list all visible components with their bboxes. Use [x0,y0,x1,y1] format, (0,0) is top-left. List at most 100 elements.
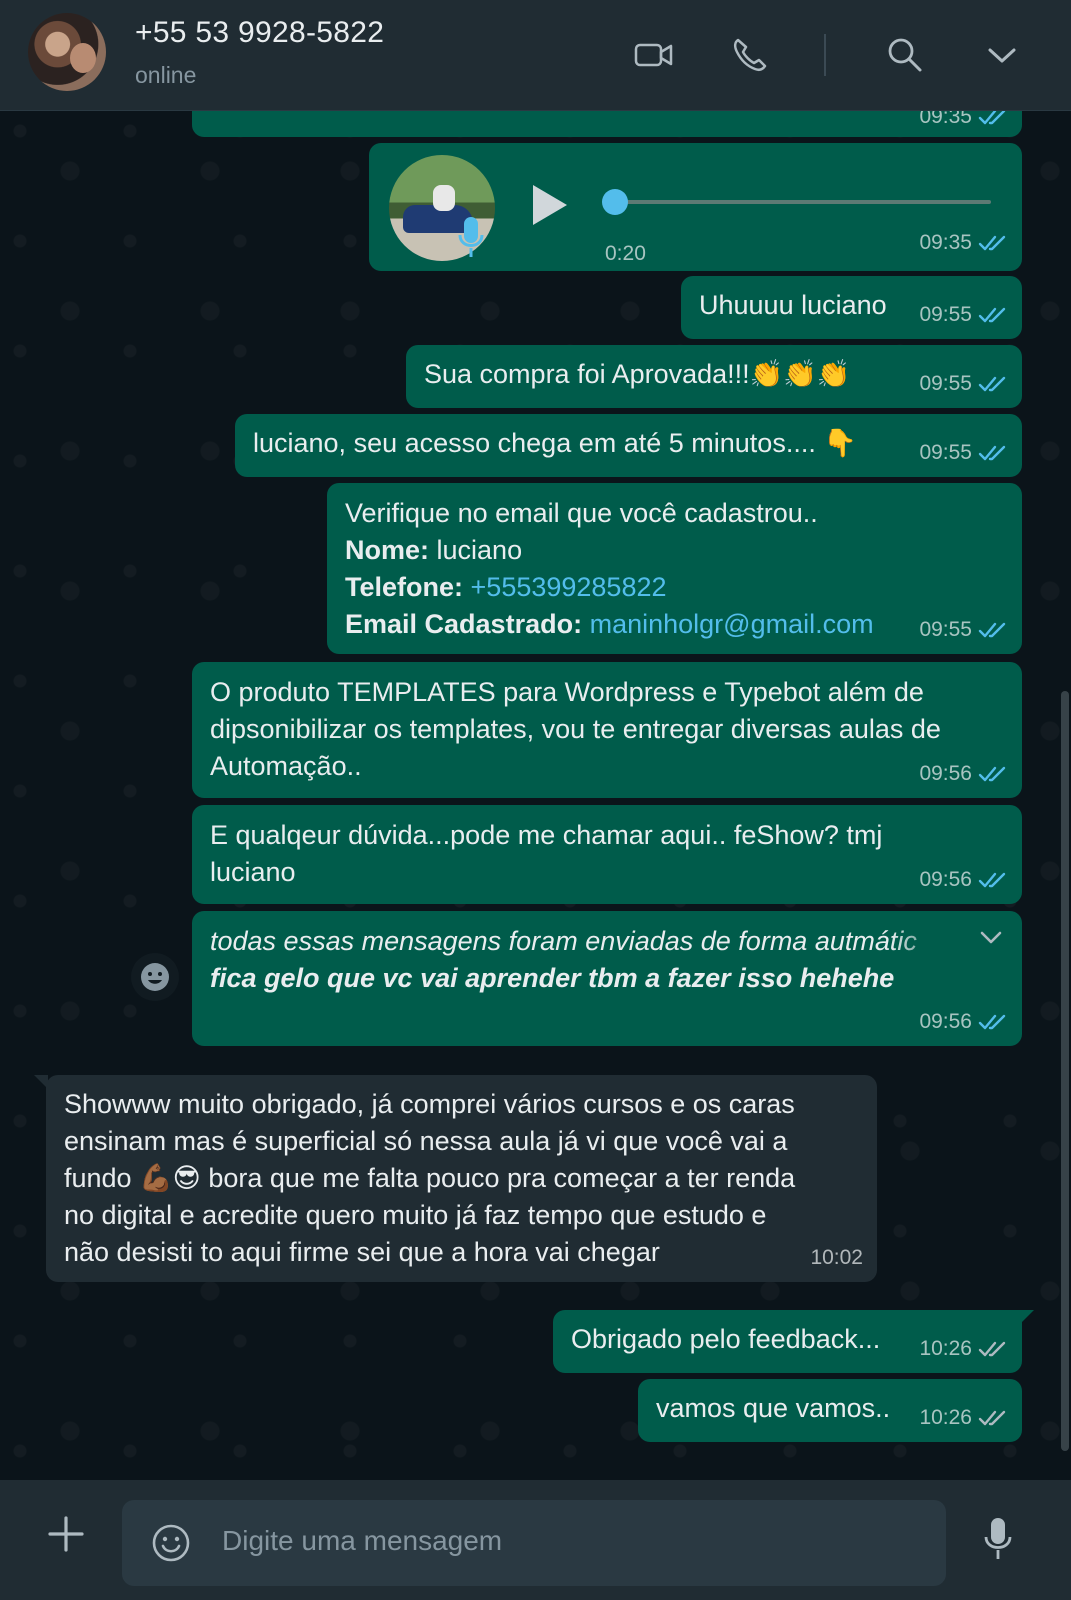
bubble-tail [1020,1310,1034,1324]
message-line: Email Cadastrado: maninholgr@gmail.com [345,606,874,643]
chevron-down-icon[interactable] [981,34,1023,76]
message-bubble[interactable]: O produto TEMPLATES para Wordpress e Typ… [192,662,1022,798]
message-time: 09:35 [919,231,972,254]
contact-name[interactable]: +55 53 9928-5822 [135,16,384,50]
message-meta: 09:56 [919,1003,1010,1040]
contact-status: online [135,62,197,88]
message-bubble-hovered[interactable]: todas essas mensagens foram enviadas de … [192,911,1022,1046]
delivered-ticks-icon [978,1341,1006,1356]
read-ticks-icon [978,872,1006,887]
message-line: todas essas mensagens foram enviadas de … [210,926,917,956]
phone-label: Telefone: [345,572,464,602]
composer-bar: Digite uma mensagem [0,1480,1071,1600]
message-time: 09:55 [919,618,972,641]
emoji-icon [141,963,169,991]
message-text: E qualqeur dúvida...pode me chamar aqui.… [210,817,882,891]
incoming-message-bubble[interactable]: Showww muito obrigado, já comprei vários… [34,1075,877,1282]
read-ticks-icon [978,622,1006,637]
message-bubble-partial[interactable]: 09:35 [192,111,1022,137]
emoji-icon[interactable] [150,1522,192,1564]
bubble-tail [34,1075,48,1089]
message-text: Uhuuuu luciano [699,290,887,320]
read-ticks-icon [978,1014,1006,1029]
message-meta: 09:55 [919,296,1010,333]
message-meta: 10:26 [919,1330,1010,1367]
microphone-badge-icon [458,217,484,257]
message-options-chevron-icon[interactable] [978,929,1004,947]
message-meta: 10:26 [919,1399,1010,1436]
message-meta: 09:55 [919,434,1010,471]
read-ticks-icon [978,235,1006,250]
play-icon[interactable] [529,183,569,227]
message-time: 09:56 [919,868,972,891]
message-line: no digital e acredite quero muito já faz… [64,1200,767,1230]
message-text: O produto TEMPLATES para Wordpress e Typ… [210,674,941,785]
email-link[interactable]: maninholgr@gmail.com [590,609,874,639]
microphone-icon[interactable] [982,1516,1014,1562]
message-line: não desisti to aqui firme sei que a hora… [64,1237,660,1267]
email-label: Email Cadastrado: [345,609,583,639]
message-line: dipsonibilizar os templates, vou te entr… [210,714,941,744]
message-text: vamos que vamos.. [656,1393,891,1423]
message-time: 10:02 [810,1246,863,1269]
search-icon[interactable] [884,34,926,76]
message-line: O produto TEMPLATES para Wordpress e Typ… [210,677,924,707]
message-list[interactable]: 09:35 0:20 09:35 Uhuuuu luciano 09:55 Su… [0,111,1071,1480]
scrollbar[interactable] [1061,691,1069,1451]
message-time: 09:56 [919,762,972,785]
message-input-placeholder: Digite uma mensagem [222,1525,503,1556]
message-text: Sua compra foi Aprovada!!!👏👏👏 [424,359,851,389]
message-text: Verifique no email que você cadastrou.. … [345,495,874,643]
read-ticks-icon [978,307,1006,322]
message-bubble[interactable]: Uhuuuu luciano 09:55 [681,276,1022,339]
message-line: Showww muito obrigado, já comprei vários… [64,1089,795,1119]
message-line: Nome: luciano [345,532,874,569]
message-bubble[interactable]: Sua compra foi Aprovada!!!👏👏👏 09:55 [406,345,1022,408]
chat-header: +55 53 9928-5822 online [0,0,1071,111]
message-time: 09:55 [919,303,972,326]
message-bubble[interactable]: luciano, seu acesso chega em até 5 minut… [235,414,1022,477]
message-bubble[interactable]: vamos que vamos.. 10:26 [638,1379,1022,1442]
message-meta: 09:55 [919,365,1010,402]
message-line: fundo 💪🏾😎 bora que me falta pouco pra co… [64,1163,796,1193]
contact-avatar[interactable] [28,13,106,91]
message-text: Showww muito obrigado, já comprei vários… [64,1086,795,1271]
read-ticks-icon [978,111,1006,124]
message-line: luciano [210,857,296,887]
audio-duration: 0:20 [605,242,646,265]
read-ticks-icon [978,445,1006,460]
message-time: 10:26 [919,1337,972,1360]
message-bubble[interactable]: Obrigado pelo feedback... 10:26 [553,1310,1034,1373]
name-label: Nome: [345,535,430,565]
message-bubble-registration[interactable]: Verifique no email que você cadastrou.. … [327,483,1022,654]
delivered-ticks-icon [978,1410,1006,1425]
message-line: Telefone: +555399285822 [345,569,874,606]
message-time: 09:56 [919,1010,972,1033]
plus-icon[interactable] [46,1514,86,1554]
read-ticks-icon [978,376,1006,391]
message-line: ensinam mas é superficial só nessa aula … [64,1126,788,1156]
audio-progress-track[interactable] [613,200,991,204]
message-line: fica gelo que vc vai aprender tbm a faze… [210,963,895,993]
message-bubble[interactable]: E qualqeur dúvida...pode me chamar aqui.… [192,805,1022,904]
read-ticks-icon [978,766,1006,781]
message-time: 09:55 [919,441,972,464]
message-input[interactable]: Digite uma mensagem [122,1500,946,1586]
audio-progress-knob[interactable] [602,189,628,215]
name-value: luciano [436,535,523,565]
message-meta: 09:56 [919,755,1010,792]
message-text: Obrigado pelo feedback... [571,1324,881,1354]
audio-message[interactable]: 0:20 09:35 [369,143,1022,271]
video-call-icon[interactable] [633,34,675,76]
message-meta: 09:35 [919,224,1010,261]
message-line: Verifique no email que você cadastrou.. [345,498,818,528]
message-meta: 09:55 [919,611,1010,648]
message-time: 09:35 [919,111,972,128]
message-time: 10:26 [919,1406,972,1429]
phone-link[interactable]: +555399285822 [471,572,667,602]
voice-call-icon[interactable] [729,34,771,76]
message-meta: 10:02 [810,1239,863,1276]
reaction-button[interactable] [131,953,179,1001]
header-divider [824,34,826,76]
message-line: E qualqeur dúvida...pode me chamar aqui.… [210,820,883,850]
